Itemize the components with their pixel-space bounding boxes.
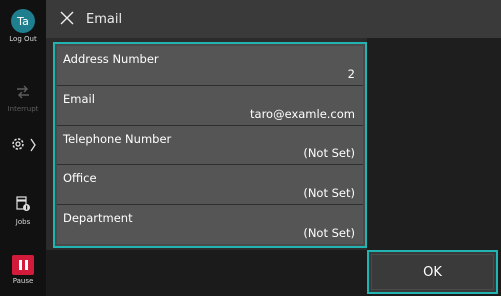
close-button[interactable] — [50, 0, 84, 38]
jobs-button[interactable]: Jobs — [0, 196, 46, 226]
pause-label: Pause — [12, 277, 34, 285]
screen: Ta Log Out Interrupt Jobs Pause Email Ad… — [0, 0, 501, 296]
jobs-label: Jobs — [15, 218, 31, 226]
ok-label: OK — [371, 254, 494, 290]
logout-label: Log Out — [9, 35, 37, 43]
field-label: Address Number — [63, 52, 159, 66]
logout-button[interactable]: Ta Log Out — [0, 9, 46, 43]
field-label: Telephone Number — [63, 131, 172, 146]
field-value: 2 — [347, 66, 355, 81]
avatar: Ta — [11, 9, 35, 33]
field-value: (Not Set) — [303, 146, 355, 161]
field-list: Address Number 2 Email taro@examle.com T… — [53, 42, 367, 248]
interrupt-button[interactable]: Interrupt — [0, 84, 46, 113]
field-row-office[interactable]: Office (Not Set) — [57, 165, 363, 206]
header: Email — [46, 0, 501, 38]
field-label: Department — [63, 211, 133, 226]
page-title: Email — [86, 11, 123, 27]
ok-button[interactable]: OK — [367, 250, 498, 294]
jobs-icon — [15, 196, 31, 216]
field-value: taro@examle.com — [250, 106, 355, 121]
field-value: (Not Set) — [303, 186, 355, 201]
close-icon — [60, 10, 74, 29]
sidebar: Ta Log Out Interrupt Jobs Pause — [0, 0, 46, 296]
pause-icon — [12, 255, 34, 275]
interrupt-icon — [15, 84, 31, 103]
field-row-department[interactable]: Department (Not Set) — [57, 205, 363, 244]
gear-icon — [10, 136, 26, 156]
field-row-email[interactable]: Email taro@examle.com — [57, 85, 363, 126]
field-row-telephone-number[interactable]: Telephone Number (Not Set) — [57, 125, 363, 166]
chevron-right-icon — [30, 137, 36, 156]
right-panel — [367, 38, 501, 250]
field-row-address-number[interactable]: Address Number 2 — [57, 46, 363, 86]
pause-button[interactable]: Pause — [0, 255, 46, 285]
settings-button[interactable] — [0, 136, 46, 156]
field-label: Email — [63, 91, 95, 106]
interrupt-label: Interrupt — [7, 105, 39, 113]
field-value: (Not Set) — [303, 225, 355, 240]
field-label: Office — [63, 171, 97, 186]
